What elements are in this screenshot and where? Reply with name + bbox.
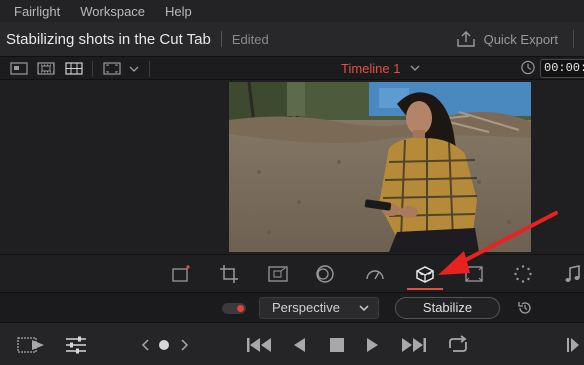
settings-sliders-icon[interactable] bbox=[64, 335, 88, 355]
layout-single-icon[interactable] bbox=[10, 61, 28, 76]
chevron-down-icon[interactable] bbox=[129, 61, 139, 76]
stabilization-mode-value: Perspective bbox=[272, 300, 340, 315]
composite-icon[interactable] bbox=[314, 263, 336, 285]
jump-to-start-icon[interactable] bbox=[245, 336, 273, 354]
expand-right-icon[interactable] bbox=[566, 336, 580, 354]
jump-to-end-icon[interactable] bbox=[400, 336, 428, 354]
dynamic-zoom-icon[interactable] bbox=[267, 263, 289, 285]
source-clip-icon[interactable] bbox=[16, 335, 46, 355]
playhead-dot-icon[interactable] bbox=[158, 339, 170, 351]
speed-icon[interactable] bbox=[364, 263, 386, 285]
chevron-left-icon[interactable] bbox=[140, 338, 150, 352]
stabilization-controls: Perspective Stabilize bbox=[0, 292, 584, 322]
loop-icon[interactable] bbox=[445, 335, 471, 355]
timecode-display[interactable]: 00:00:1 bbox=[540, 59, 584, 78]
annotation-arrow bbox=[438, 211, 558, 275]
project-header: Stabilizing shots in the Cut Tab Edited … bbox=[0, 22, 584, 56]
inspector-tools-bar bbox=[0, 211, 584, 292]
crop-icon[interactable] bbox=[218, 263, 240, 285]
project-title: Stabilizing shots in the Cut Tab bbox=[6, 30, 211, 48]
toolbar-divider bbox=[149, 61, 150, 77]
play-icon[interactable] bbox=[365, 336, 381, 354]
play-reverse-icon[interactable] bbox=[291, 336, 307, 354]
chevron-right-icon[interactable] bbox=[180, 338, 190, 352]
menu-fairlight[interactable]: Fairlight bbox=[14, 4, 60, 19]
project-status: Edited bbox=[231, 31, 269, 47]
layout-filmstrip-icon[interactable] bbox=[37, 61, 55, 76]
quick-export-label: Quick Export bbox=[483, 31, 558, 47]
upload-icon bbox=[456, 31, 475, 47]
timeline-name[interactable]: Timeline 1 bbox=[341, 61, 400, 76]
reset-icon[interactable] bbox=[517, 300, 533, 316]
quick-export-button[interactable]: Quick Export bbox=[456, 22, 584, 56]
safe-area-icon[interactable] bbox=[103, 61, 121, 76]
timeline-dropdown-icon[interactable] bbox=[410, 62, 420, 74]
toggle-knob bbox=[237, 305, 244, 312]
menu-bar: Fairlight Workspace Help bbox=[0, 0, 584, 22]
chevron-down-icon bbox=[359, 305, 369, 312]
stabilization-toggle[interactable] bbox=[222, 303, 246, 314]
title-divider bbox=[220, 31, 222, 47]
menu-workspace[interactable]: Workspace bbox=[80, 4, 145, 19]
toolbar-divider bbox=[92, 61, 93, 77]
viewer-toolbar: Timeline 1 00:00:1 bbox=[0, 56, 584, 80]
transform-icon[interactable] bbox=[170, 263, 192, 285]
stop-icon[interactable] bbox=[329, 337, 345, 353]
menu-help[interactable]: Help bbox=[165, 4, 192, 19]
layout-grid-icon[interactable] bbox=[65, 61, 83, 76]
transport-bar bbox=[0, 322, 584, 365]
stabilization-mode-select[interactable]: Perspective bbox=[259, 297, 379, 319]
stabilize-button[interactable]: Stabilize bbox=[395, 297, 500, 319]
timecode-clock-icon[interactable] bbox=[520, 60, 536, 75]
active-tool-indicator bbox=[407, 288, 443, 290]
